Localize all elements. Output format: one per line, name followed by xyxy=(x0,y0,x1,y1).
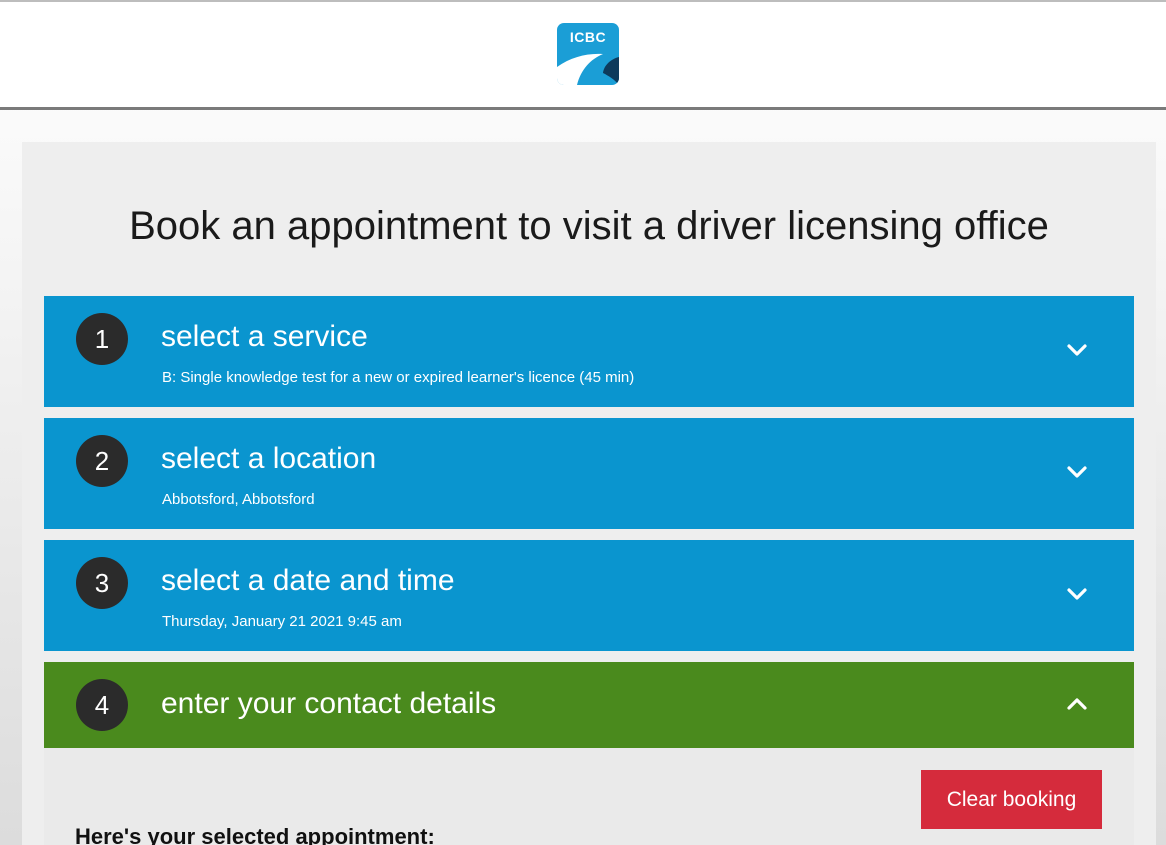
selected-appointment-heading: Here's your selected appointment: xyxy=(75,824,435,845)
chevron-down-icon[interactable] xyxy=(1062,457,1092,487)
step-title: select a location xyxy=(161,442,377,475)
booking-panel: Book an appointment to visit a driver li… xyxy=(22,142,1156,845)
step-summary: Thursday, January 21 2021 9:45 am xyxy=(162,613,402,630)
chevron-down-icon[interactable] xyxy=(1062,335,1092,365)
step-select-location[interactable]: 2 select a location Abbotsford, Abbotsfo… xyxy=(44,418,1134,529)
step-title: select a date and time xyxy=(161,564,455,597)
contact-details-content: Clear booking Here's your selected appoi… xyxy=(44,748,1134,845)
step-title: select a service xyxy=(161,320,368,353)
page-title: Book an appointment to visit a driver li… xyxy=(129,204,1049,248)
clear-booking-button[interactable]: Clear booking xyxy=(921,770,1102,829)
step-number-badge: 3 xyxy=(76,557,128,609)
chevron-down-icon[interactable] xyxy=(1062,579,1092,609)
step-summary: B: Single knowledge test for a new or ex… xyxy=(162,369,635,386)
step-contact-details[interactable]: 4 enter your contact details xyxy=(44,662,1134,748)
step-select-service[interactable]: 1 select a service B: Single knowledge t… xyxy=(44,296,1134,407)
step-number-badge: 2 xyxy=(76,435,128,487)
icbc-logo[interactable]: ICBC xyxy=(557,23,619,85)
step-select-date-time[interactable]: 3 select a date and time Thursday, Janua… xyxy=(44,540,1134,651)
chevron-up-icon[interactable] xyxy=(1062,689,1092,719)
step-title: enter your contact details xyxy=(161,687,497,720)
step-number-badge: 4 xyxy=(76,679,128,731)
step-summary: Abbotsford, Abbotsford xyxy=(162,491,315,508)
logo-text: ICBC xyxy=(569,29,607,45)
site-header: ICBC xyxy=(0,0,1166,110)
step-number-badge: 1 xyxy=(76,313,128,365)
